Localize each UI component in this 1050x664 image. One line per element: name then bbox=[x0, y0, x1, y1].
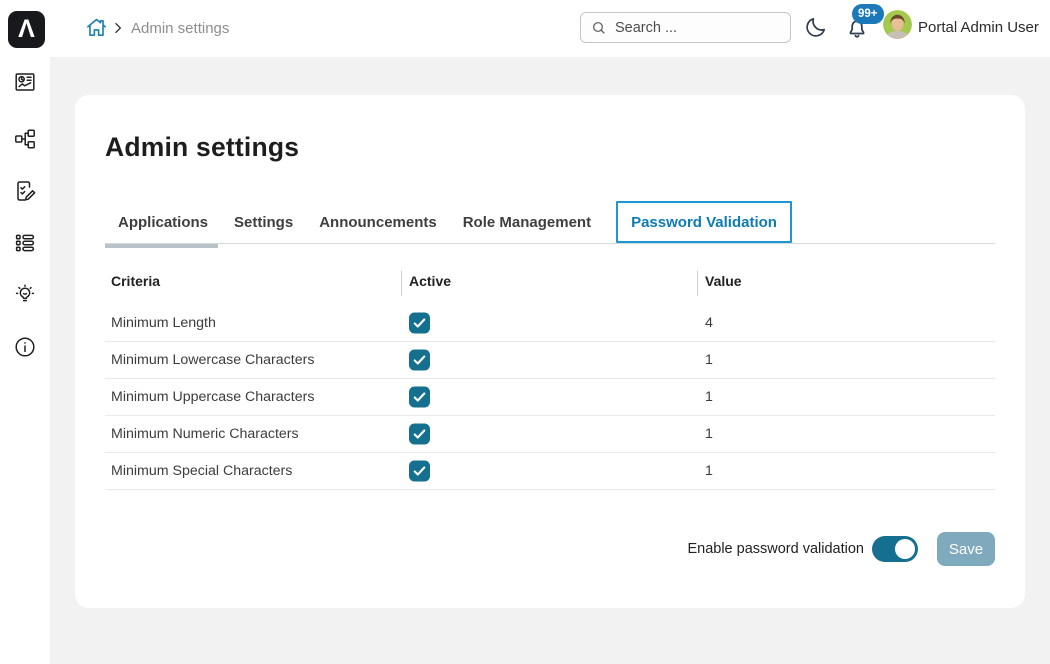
criteria-cell: Minimum Special Characters bbox=[111, 463, 292, 479]
value-cell: 1 bbox=[705, 426, 713, 442]
column-separator bbox=[697, 271, 698, 296]
tab-scroll-indicator bbox=[105, 244, 218, 248]
check-icon bbox=[409, 313, 430, 334]
dashboard-report-icon bbox=[13, 70, 37, 94]
page-title: Admin settings bbox=[105, 132, 299, 163]
criteria-cell: Minimum Lowercase Characters bbox=[111, 352, 314, 368]
active-checkbox[interactable] bbox=[409, 350, 430, 371]
tab-applications[interactable]: Applications bbox=[105, 201, 221, 243]
hierarchy-icon bbox=[13, 127, 37, 151]
user-avatar[interactable] bbox=[883, 10, 912, 39]
tab-strip: Applications Settings Announcements Role… bbox=[105, 201, 995, 244]
search-icon bbox=[591, 20, 607, 36]
password-criteria-table: Criteria Active Value Minimum Length 4 M… bbox=[105, 265, 995, 490]
check-icon bbox=[409, 387, 430, 408]
value-cell: 4 bbox=[705, 315, 713, 331]
column-header-criteria: Criteria bbox=[111, 273, 160, 289]
search-box bbox=[580, 12, 791, 43]
active-checkbox[interactable] bbox=[409, 461, 430, 482]
table-row: Minimum Uppercase Characters 1 bbox=[105, 379, 995, 416]
notification-badge: 99+ bbox=[852, 4, 884, 24]
table-row: Minimum Special Characters 1 bbox=[105, 453, 995, 490]
table-header: Criteria Active Value bbox=[105, 265, 995, 305]
table-row: Minimum Numeric Characters 1 bbox=[105, 416, 995, 453]
moon-icon bbox=[804, 15, 828, 39]
footer-controls: Enable password validation Save bbox=[687, 532, 995, 566]
search-input[interactable] bbox=[615, 20, 775, 36]
table-row: Minimum Lowercase Characters 1 bbox=[105, 342, 995, 379]
criteria-cell: Minimum Numeric Characters bbox=[111, 426, 299, 442]
chevron-right-icon bbox=[111, 21, 125, 35]
active-checkbox[interactable] bbox=[409, 313, 430, 334]
column-header-active: Active bbox=[409, 273, 451, 289]
value-cell: 1 bbox=[705, 463, 713, 479]
breadcrumb-home[interactable] bbox=[85, 16, 108, 39]
value-cell: 1 bbox=[705, 389, 713, 405]
sidebar: Λ bbox=[0, 0, 50, 664]
check-icon bbox=[409, 461, 430, 482]
sidebar-item-document-edit[interactable] bbox=[13, 179, 37, 203]
lightbulb-icon bbox=[13, 283, 37, 307]
user-name[interactable]: Portal Admin User bbox=[918, 19, 1039, 36]
active-checkbox[interactable] bbox=[409, 424, 430, 445]
app-logo[interactable]: Λ bbox=[8, 11, 45, 48]
topbar: Admin settings 99+ Portal Admin User bbox=[50, 0, 1050, 57]
home-icon bbox=[85, 16, 108, 39]
document-edit-icon bbox=[13, 179, 37, 203]
toggle-label: Enable password validation bbox=[687, 541, 864, 557]
admin-settings-card: Admin settings Applications Settings Ann… bbox=[75, 95, 1025, 608]
sidebar-item-info[interactable] bbox=[13, 335, 37, 359]
active-checkbox[interactable] bbox=[409, 387, 430, 408]
tab-role-management[interactable]: Role Management bbox=[450, 201, 604, 243]
sidebar-item-dashboard[interactable] bbox=[13, 70, 37, 94]
criteria-cell: Minimum Length bbox=[111, 315, 216, 331]
breadcrumb-current: Admin settings bbox=[131, 20, 229, 37]
tab-announcements[interactable]: Announcements bbox=[306, 201, 450, 243]
info-icon bbox=[13, 335, 37, 359]
list-icon bbox=[13, 231, 37, 255]
save-button[interactable]: Save bbox=[937, 532, 995, 566]
column-header-value: Value bbox=[705, 273, 742, 289]
toggle-knob bbox=[895, 539, 915, 559]
column-separator bbox=[401, 271, 402, 296]
avatar-image bbox=[883, 10, 912, 39]
check-icon bbox=[409, 350, 430, 371]
tab-password-validation[interactable]: Password Validation bbox=[616, 201, 792, 243]
tab-settings[interactable]: Settings bbox=[221, 201, 306, 243]
sidebar-item-hierarchy[interactable] bbox=[13, 127, 37, 151]
sidebar-item-list[interactable] bbox=[13, 231, 37, 255]
enable-validation-toggle[interactable] bbox=[872, 536, 918, 562]
dark-mode-toggle[interactable] bbox=[804, 15, 828, 39]
check-icon bbox=[409, 424, 430, 445]
table-row: Minimum Length 4 bbox=[105, 305, 995, 342]
sidebar-item-ideas[interactable] bbox=[13, 283, 37, 307]
criteria-cell: Minimum Uppercase Characters bbox=[111, 389, 314, 405]
content-area: Admin settings Applications Settings Ann… bbox=[50, 57, 1050, 664]
value-cell: 1 bbox=[705, 352, 713, 368]
